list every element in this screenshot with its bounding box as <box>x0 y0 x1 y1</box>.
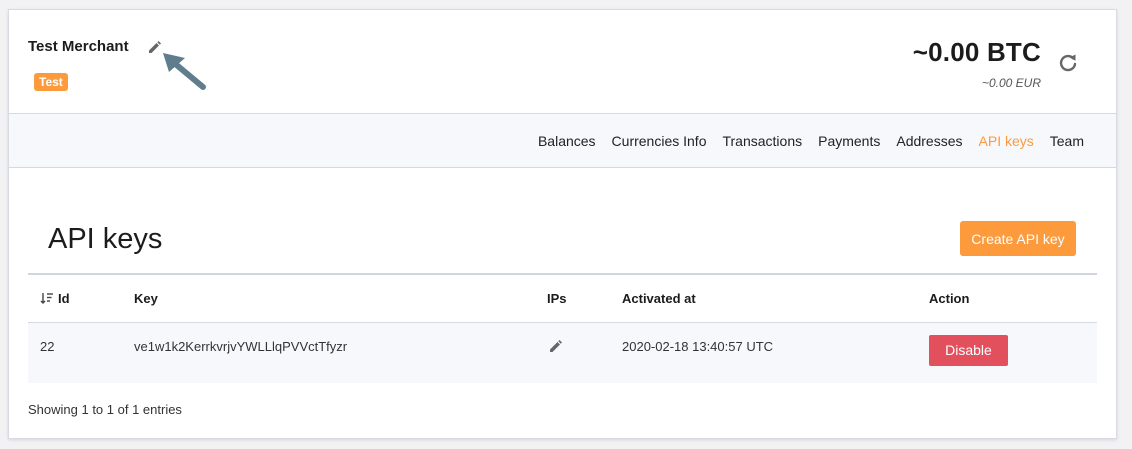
cell-key: ve1w1k2KerrkvrjvYWLLlqPVVctTfyzr <box>134 338 348 354</box>
tab-currencies-info[interactable]: Currencies Info <box>604 133 715 149</box>
api-keys-table-container: Id Key IPs Activated at Action 22 ve1w1k… <box>28 273 1097 383</box>
column-header-action: Action <box>929 275 1097 323</box>
disable-button[interactable]: Disable <box>929 334 1008 366</box>
refresh-icon[interactable] <box>1057 52 1079 74</box>
column-header-ips[interactable]: IPs <box>547 275 622 323</box>
create-api-key-button[interactable]: Create API key <box>960 221 1076 256</box>
sort-descending-icon <box>40 292 53 304</box>
column-header-id[interactable]: Id <box>28 275 134 323</box>
merchant-name: Test Merchant <box>28 38 129 55</box>
cell-ips <box>547 322 622 383</box>
table-info: Showing 1 to 1 of 1 entries <box>28 402 182 417</box>
tab-addresses[interactable]: Addresses <box>888 133 970 149</box>
tab-payments[interactable]: Payments <box>810 133 888 149</box>
tab-team[interactable]: Team <box>1042 133 1092 149</box>
nav-tabs: Balances Currencies Info Transactions Pa… <box>530 114 1092 168</box>
column-header-key[interactable]: Key <box>134 275 547 323</box>
eur-balance: ~0.00 EUR <box>981 76 1041 90</box>
table-row: 22 ve1w1k2KerrkvrjvYWLLlqPVVctTfyzr 2020… <box>28 322 1097 383</box>
column-header-id-label: Id <box>58 290 70 306</box>
api-keys-table: Id Key IPs Activated at Action 22 ve1w1k… <box>28 275 1097 383</box>
merchant-card: Test Merchant Test ~0.00 BTC ~0.00 EUR B… <box>8 9 1117 439</box>
tab-api-keys[interactable]: API keys <box>971 133 1042 149</box>
merchant-navbar: Balances Currencies Info Transactions Pa… <box>9 114 1116 168</box>
tab-transactions[interactable]: Transactions <box>714 133 810 149</box>
cell-activated-at: 2020-02-18 13:40:57 UTC <box>622 338 774 354</box>
btc-balance: ~0.00 BTC <box>912 37 1041 67</box>
merchant-header: Test Merchant Test ~0.00 BTC ~0.00 EUR <box>9 10 1116 114</box>
cell-action: Disable <box>929 322 1097 383</box>
cell-id: 22 <box>40 338 55 354</box>
environment-badge: Test <box>34 73 68 91</box>
table-header-row: Id Key IPs Activated at Action <box>28 275 1097 323</box>
tab-balances[interactable]: Balances <box>530 133 604 149</box>
annotation-arrow-icon <box>163 53 206 90</box>
column-header-activated-at[interactable]: Activated at <box>622 275 929 323</box>
page-title: API keys <box>48 223 163 255</box>
edit-ips-pencil-icon[interactable] <box>549 339 563 353</box>
